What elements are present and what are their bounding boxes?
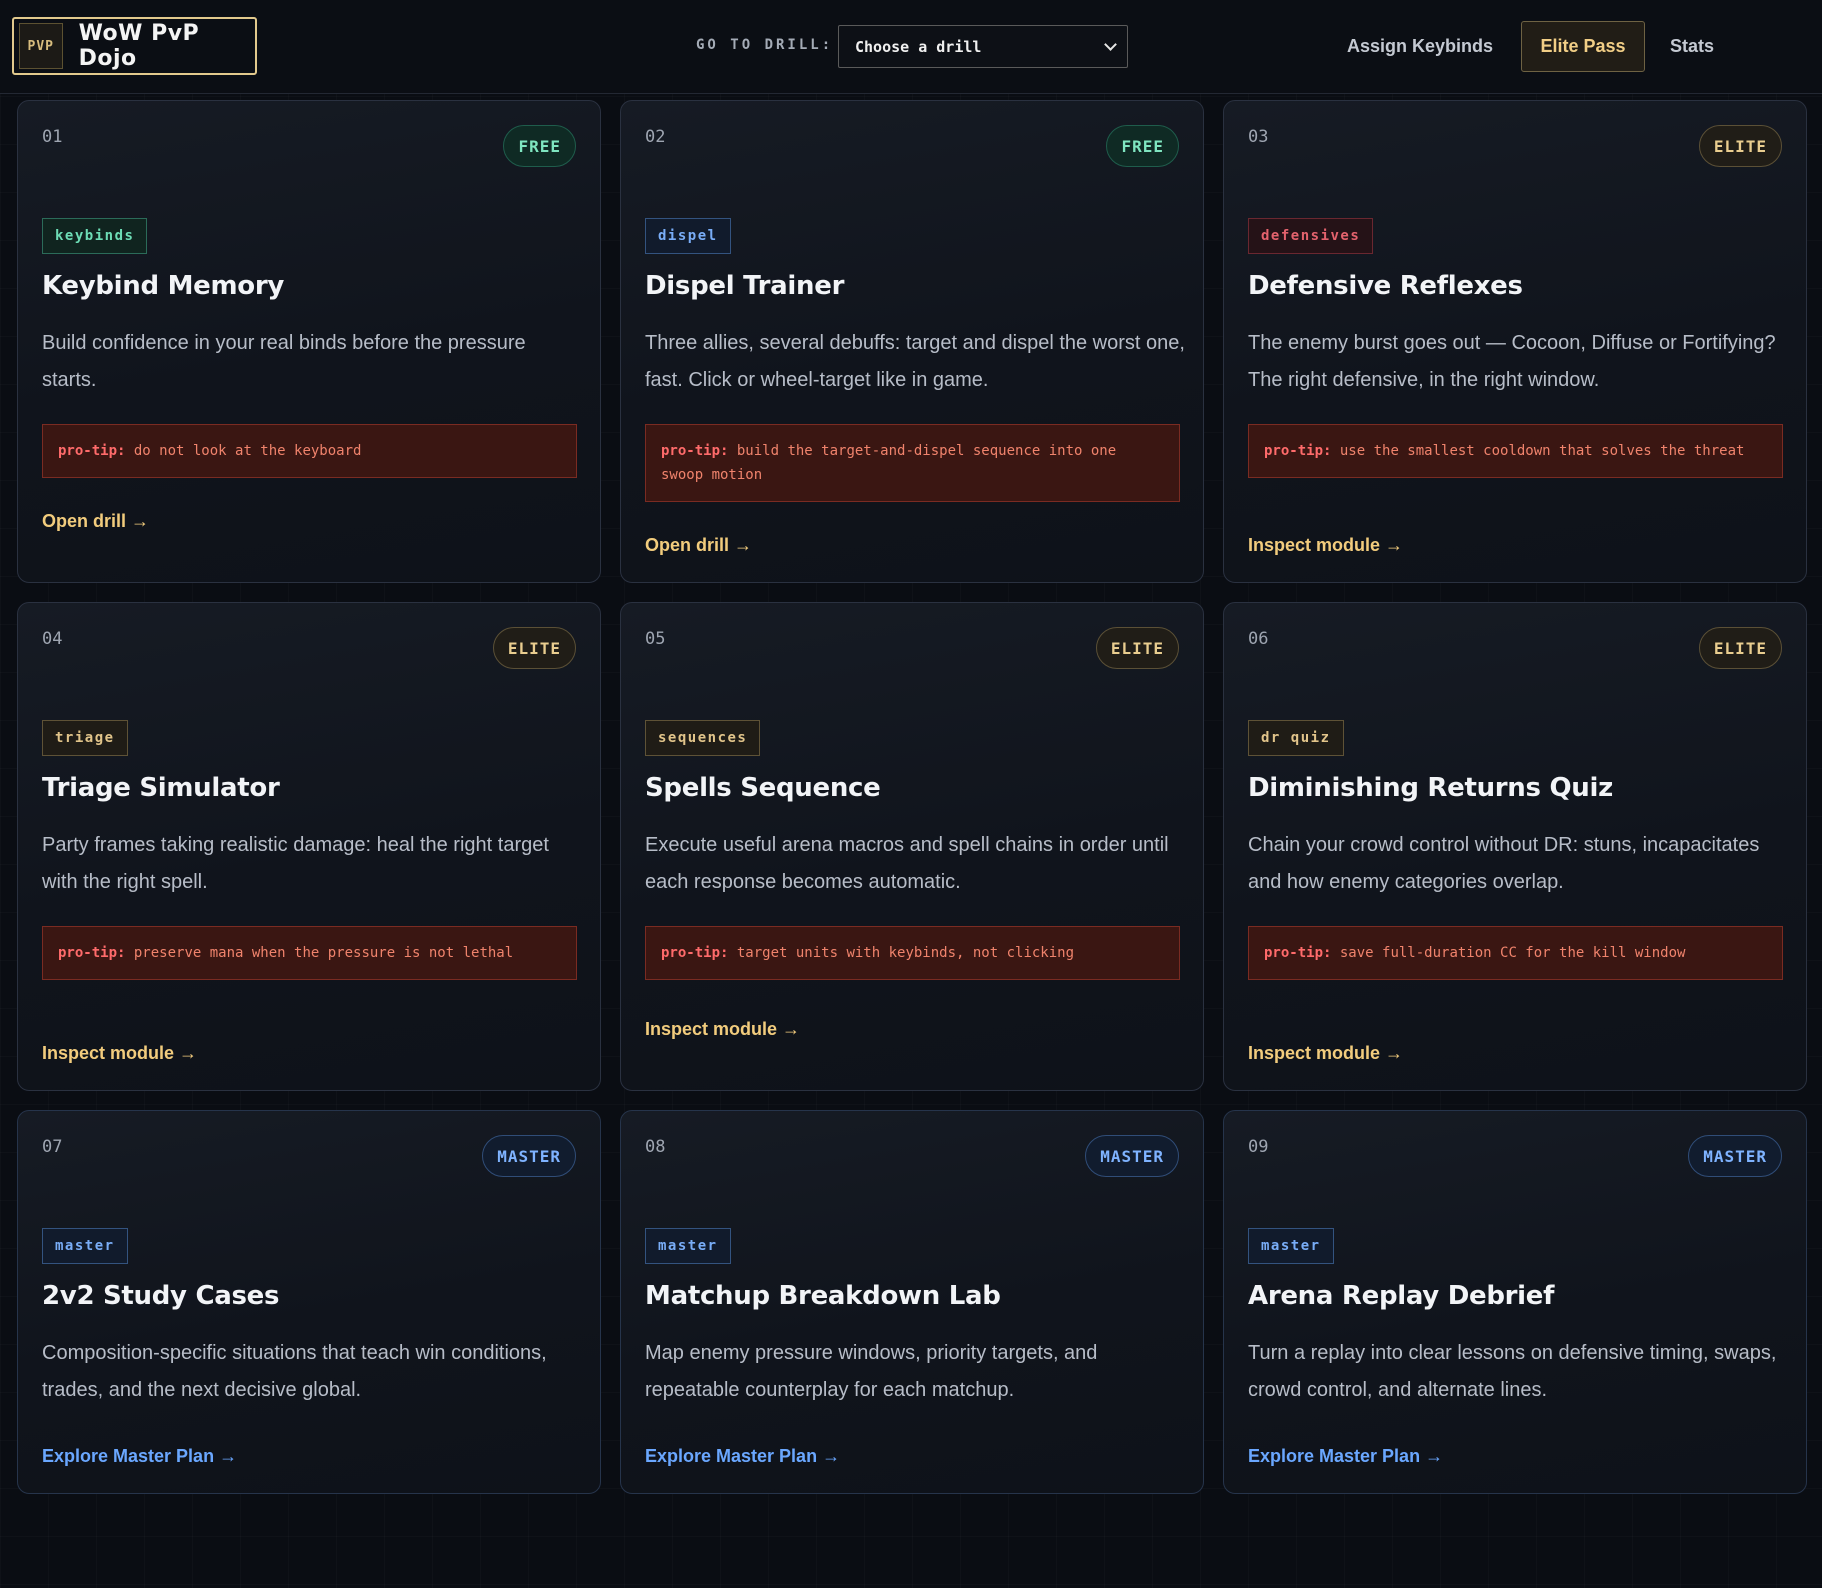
card-title: 2v2 Study Cases (42, 1281, 280, 1311)
card-number: 09 (1248, 1137, 1269, 1157)
nav-elite-pass-button[interactable]: Elite Pass (1521, 21, 1645, 72)
explore-master-plan-link[interactable]: Explore Master Plan → (1248, 1446, 1443, 1467)
card-description: Chain your crowd control without DR: stu… (1248, 834, 1760, 893)
card-description: The enemy burst goes out — Cocoon, Diffu… (1248, 332, 1776, 391)
goto-drill-label: GO TO DRILL: (696, 37, 834, 53)
card-number: 04 (42, 629, 63, 649)
card-description: Map enemy pressure windows, priority tar… (645, 1342, 1098, 1401)
category-tag: triage (42, 720, 128, 756)
category-tag: keybinds (42, 218, 148, 254)
drill-card-triage-simulator: 04 ELITE triage Triage Simulator Party f… (17, 602, 601, 1091)
pro-tip-label: pro-tip: (661, 945, 729, 961)
open-drill-link[interactable]: Open drill → (42, 511, 149, 532)
brand-logo-link[interactable]: PVP WoW PvP Dojo (12, 17, 257, 75)
card-title: Defensive Reflexes (1248, 271, 1523, 301)
pro-tip-box: pro-tip: do not look at the keyboard (42, 424, 577, 478)
card-title: Diminishing Returns Quiz (1248, 773, 1613, 803)
pro-tip-text: use the smallest cooldown that solves th… (1339, 443, 1745, 459)
explore-master-plan-link[interactable]: Explore Master Plan → (42, 1446, 237, 1467)
category-tag: dr quiz (1248, 720, 1344, 756)
card-number: 01 (42, 127, 63, 147)
pro-tip-label: pro-tip: (58, 945, 126, 961)
drill-select[interactable]: Choose a drill (838, 25, 1128, 68)
inspect-module-link[interactable]: Inspect module → (42, 1043, 197, 1064)
pro-tip-box: pro-tip: build the target-and-dispel seq… (645, 424, 1180, 502)
app-name: WoW PvP Dojo (78, 21, 200, 71)
card-title: Dispel Trainer (645, 271, 845, 301)
card-number: 06 (1248, 629, 1269, 649)
pro-tip-label: pro-tip: (661, 443, 729, 459)
tier-badge: FREE (1106, 125, 1179, 167)
card-number: 08 (645, 1137, 666, 1157)
card-title: Matchup Breakdown Lab (645, 1281, 1001, 1311)
explore-master-plan-link[interactable]: Explore Master Plan → (645, 1446, 840, 1467)
nav-assign-keybinds[interactable]: Assign Keybinds (1347, 0, 1493, 92)
top-nav-bar: PVP WoW PvP Dojo GO TO DRILL: Choose a d… (0, 0, 1822, 94)
pro-tip-box: pro-tip: save full-duration CC for the k… (1248, 926, 1783, 980)
inspect-module-link[interactable]: Inspect module → (1248, 1043, 1403, 1064)
card-description: Execute useful arena macros and spell ch… (645, 834, 1169, 893)
drill-card-diminishing-returns-quiz: 06 ELITE dr quiz Diminishing Returns Qui… (1223, 602, 1807, 1091)
tier-badge: MASTER (1688, 1135, 1782, 1177)
drill-card-arena-replay-debrief: 09 MASTER master Arena Replay Debrief Tu… (1223, 1110, 1807, 1494)
pro-tip-box: pro-tip: target units with keybinds, not… (645, 926, 1180, 980)
nav-stats[interactable]: Stats (1670, 0, 1714, 92)
card-number: 07 (42, 1137, 63, 1157)
pro-tip-box: pro-tip: use the smallest cooldown that … (1248, 424, 1783, 478)
inspect-module-link[interactable]: Inspect module → (645, 1019, 800, 1040)
category-tag: master (42, 1228, 128, 1264)
card-number: 05 (645, 629, 666, 649)
card-number: 02 (645, 127, 666, 147)
card-description: Party frames taking realistic damage: he… (42, 834, 549, 893)
drill-card-matchup-breakdown-lab: 08 MASTER master Matchup Breakdown Lab M… (620, 1110, 1204, 1494)
chevron-down-icon (1104, 38, 1117, 51)
category-tag: master (645, 1228, 731, 1264)
drill-card-2v2-study-cases: 07 MASTER master 2v2 Study Cases Composi… (17, 1110, 601, 1494)
card-title: Keybind Memory (42, 271, 285, 301)
tier-badge: ELITE (1698, 627, 1782, 669)
tier-badge: FREE (503, 125, 576, 167)
card-number: 03 (1248, 127, 1269, 147)
brand-mark-icon: PVP (19, 23, 63, 69)
category-tag: master (1248, 1228, 1334, 1264)
category-tag: sequences (645, 720, 761, 756)
drill-card-defensive-reflexes: 03 ELITE defensives Defensive Reflexes T… (1223, 100, 1807, 583)
card-description: Build confidence in your real binds befo… (42, 332, 526, 391)
inspect-module-link[interactable]: Inspect module → (1248, 535, 1403, 556)
card-title: Spells Sequence (645, 773, 881, 803)
category-tag: defensives (1248, 218, 1374, 254)
pro-tip-box: pro-tip: preserve mana when the pressure… (42, 926, 577, 980)
drill-card-dispel-trainer: 02 FREE dispel Dispel Trainer Three alli… (620, 100, 1204, 583)
pro-tip-label: pro-tip: (1264, 945, 1332, 961)
tier-badge: ELITE (1095, 627, 1179, 669)
pro-tip-text: preserve mana when the pressure is not l… (133, 945, 514, 961)
drill-select-value: Choose a drill (855, 37, 982, 56)
category-tag: dispel (645, 218, 731, 254)
tier-badge: ELITE (492, 627, 576, 669)
pro-tip-label: pro-tip: (1264, 443, 1332, 459)
tier-badge: MASTER (1085, 1135, 1179, 1177)
tier-badge: MASTER (482, 1135, 576, 1177)
pro-tip-text: do not look at the keyboard (133, 443, 362, 459)
open-drill-link[interactable]: Open drill → (645, 535, 752, 556)
card-title: Arena Replay Debrief (1248, 1281, 1555, 1311)
tier-badge: ELITE (1698, 125, 1782, 167)
card-title: Triage Simulator (42, 773, 280, 803)
pro-tip-text: save full-duration CC for the kill windo… (1339, 945, 1686, 961)
drill-card-keybind-memory: 01 FREE keybinds Keybind Memory Build co… (17, 100, 601, 583)
drill-card-spells-sequence: 05 ELITE sequences Spells Sequence Execu… (620, 602, 1204, 1091)
card-description: Turn a replay into clear lessons on defe… (1248, 1342, 1777, 1401)
card-description: Three allies, several debuffs: target an… (645, 332, 1185, 391)
pro-tip-text: build the target-and-dispel sequence int… (661, 443, 1117, 483)
pro-tip-text: target units with keybinds, not clicking (736, 945, 1075, 961)
card-description: Composition-specific situations that tea… (42, 1342, 547, 1401)
pro-tip-label: pro-tip: (58, 443, 126, 459)
